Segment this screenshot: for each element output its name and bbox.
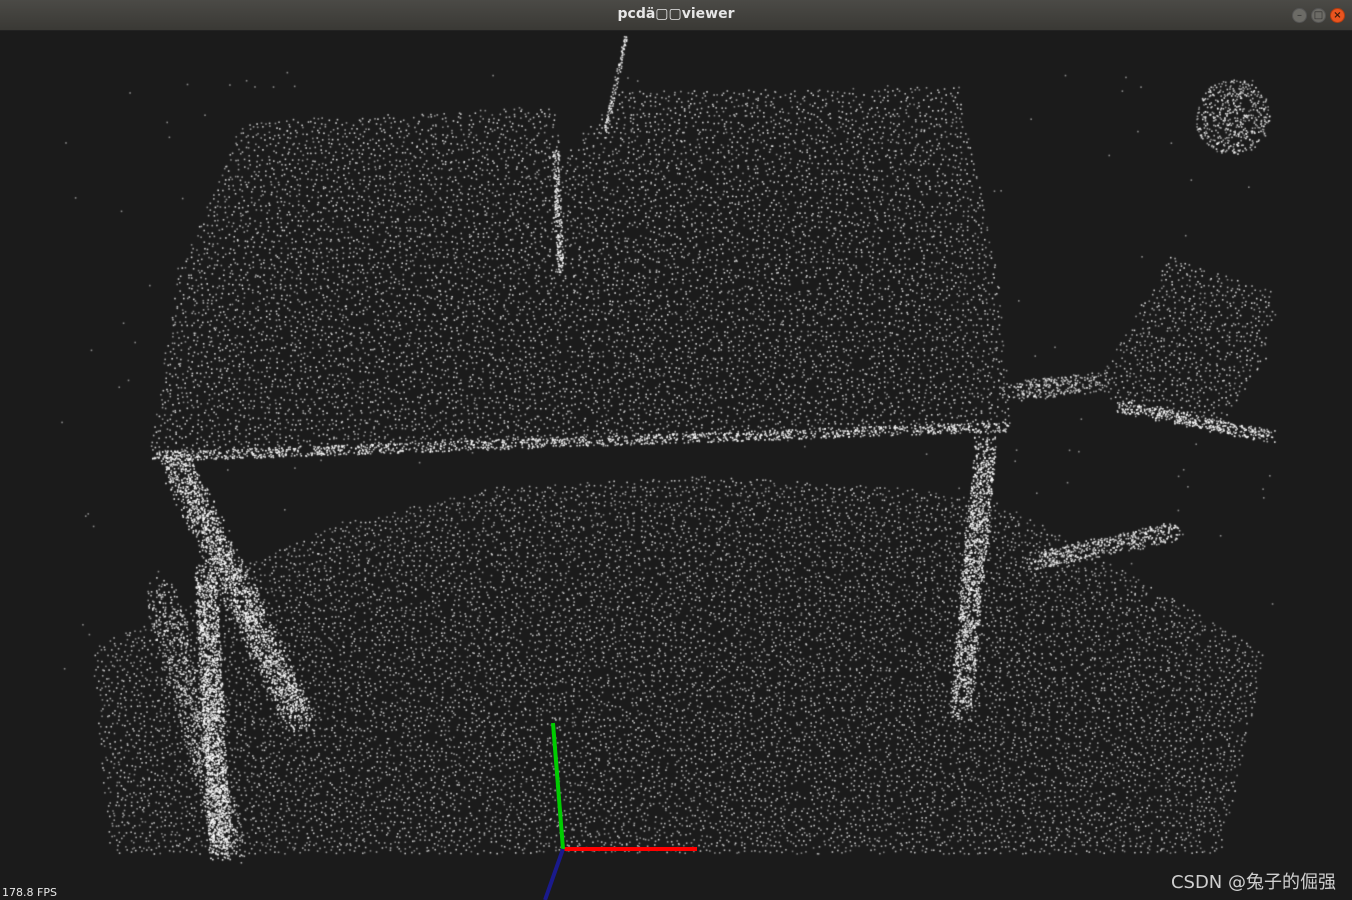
close-button[interactable]: × (1330, 8, 1345, 23)
point-cloud-viewport[interactable]: 178.8 FPS CSDN @兔子的倔强 (0, 31, 1352, 900)
window-title: pcdä▢▢viewer (617, 6, 735, 22)
y-axis-line (551, 722, 565, 850)
maximize-button[interactable]: □ (1311, 8, 1326, 23)
watermark-text: CSDN @兔子的倔强 (1170, 872, 1336, 893)
z-axis-line (543, 848, 565, 900)
coordinate-axes (543, 722, 697, 900)
minimize-button[interactable]: – (1292, 8, 1307, 23)
window-titlebar[interactable]: pcdä▢▢viewer – □ × (0, 0, 1352, 31)
fps-counter: 178.8 FPS (2, 886, 57, 899)
